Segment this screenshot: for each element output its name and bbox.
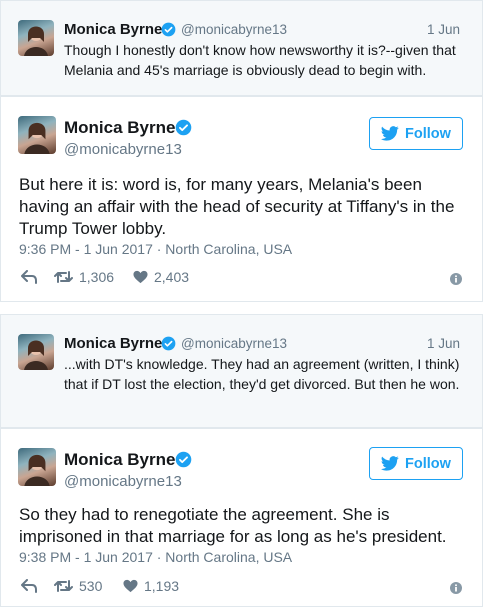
author-handle[interactable]: @monicabyrne13 [181,336,287,351]
verified-badge-icon [175,451,192,468]
tweet-timestamp[interactable]: 9:38 PM - 1 Jun 2017 · North Carolina, U… [19,549,292,565]
follow-button[interactable]: Follow [369,447,463,480]
context-tweet-text: Though I honestly don't know how newswor… [64,42,456,78]
avatar[interactable] [18,116,56,154]
author-name[interactable]: Monica Byrne [64,21,162,38]
like-count: 2,403 [154,269,190,285]
retweet-button[interactable]: 1,306 [54,269,114,285]
retweet-count: 530 [79,578,103,594]
reply-button[interactable] [21,270,37,284]
like-button[interactable]: 2,403 [133,269,189,285]
context-tweet-text: ...with DT's knowledge. They had an agre… [64,356,460,392]
author-handle[interactable]: @monicabyrne13 [64,141,182,158]
author-name[interactable]: Monica Byrne [64,450,175,470]
follow-label: Follow [405,455,451,472]
verified-badge-icon [161,22,176,37]
avatar[interactable] [18,334,54,370]
avatar[interactable] [18,20,54,56]
heart-icon [133,270,148,284]
context-tweet[interactable]: Monica Byrne @monicabyrne13 1 Jun ...wit… [0,314,483,428]
author-handle[interactable]: @monicabyrne13 [64,473,182,490]
retweet-button[interactable]: 530 [54,578,102,594]
main-tweet: Monica Byrne @monicabyrne13 Follow So th… [0,428,483,607]
reply-icon [21,579,37,593]
avatar[interactable] [18,448,56,486]
tweet-text: So they had to renegotiate the agreement… [19,505,447,546]
context-tweet[interactable]: Monica Byrne @monicabyrne13 1 Jun Though… [0,0,483,96]
verified-badge-icon [161,336,176,351]
reply-icon [21,270,37,284]
info-icon[interactable] [450,273,462,285]
author-name[interactable]: Monica Byrne [64,335,162,352]
author-name[interactable]: Monica Byrne [64,118,175,138]
info-icon[interactable] [450,582,462,594]
author-handle[interactable]: @monicabyrne13 [181,22,287,37]
verified-badge-icon [175,119,192,136]
main-tweet: Monica Byrne @monicabyrne13 Follow But h… [0,96,483,302]
retweet-count: 1,306 [79,269,115,285]
tweet-date[interactable]: 1 Jun [427,22,460,37]
twitter-bird-icon [381,456,399,471]
tweet-date[interactable]: 1 Jun [427,336,460,351]
reply-button[interactable] [21,579,37,593]
follow-button[interactable]: Follow [369,117,463,150]
tweet-text: But here it is: word is, for many years,… [19,175,455,238]
retweet-icon [54,271,73,283]
twitter-bird-icon [381,126,399,141]
like-count: 1,193 [144,578,180,594]
tweet-timestamp[interactable]: 9:36 PM - 1 Jun 2017 · North Carolina, U… [19,241,292,257]
follow-label: Follow [405,125,451,142]
retweet-icon [54,580,73,592]
heart-icon [123,579,138,593]
like-button[interactable]: 1,193 [123,578,179,594]
